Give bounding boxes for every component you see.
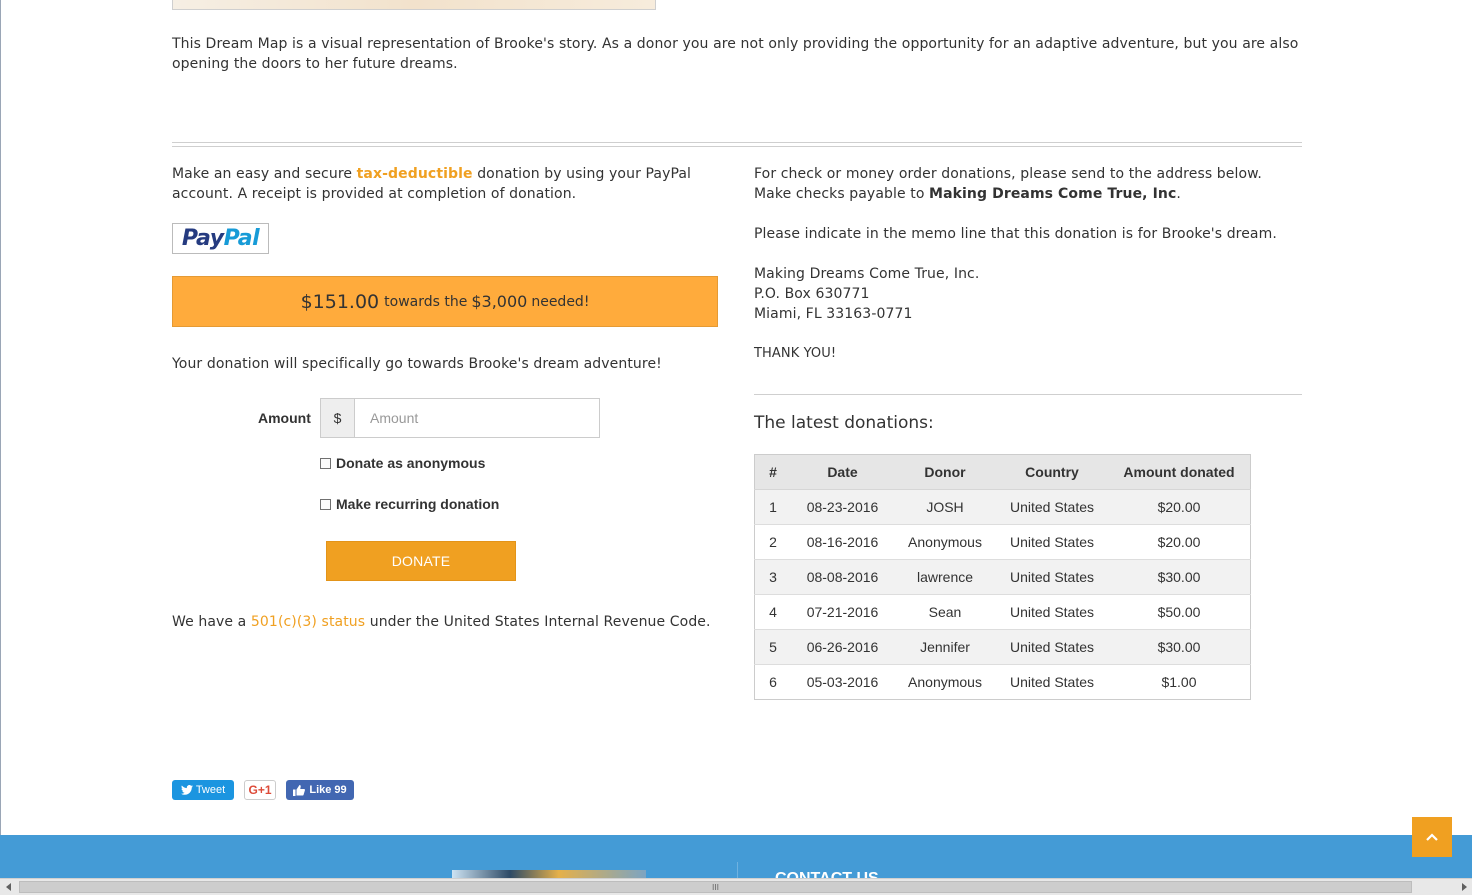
table-row: 5 06-26-2016 Jennifer United States $30.…	[754, 629, 1251, 665]
google-plus-button[interactable]: G+1	[244, 780, 276, 800]
col-donor: Donor	[894, 454, 996, 490]
col-date: Date	[791, 454, 894, 490]
anonymous-checkbox[interactable]	[320, 457, 331, 469]
col-amount: Amount donated	[1108, 454, 1251, 490]
recurring-checkbox[interactable]	[320, 498, 331, 510]
footer-image	[452, 870, 646, 878]
table-row: 3 08-08-2016 lawrence United States $30.…	[754, 559, 1251, 595]
horizontal-scrollbar[interactable]: III	[0, 878, 1472, 895]
tweet-button[interactable]: Tweet	[172, 780, 234, 800]
anonymous-option[interactable]: Donate as anonymous	[320, 455, 485, 471]
twitter-bird-icon	[180, 785, 193, 795]
scrollbar-thumb[interactable]: III	[19, 881, 1412, 893]
page-left-border	[0, 0, 1, 835]
amount-raised: $151.00	[300, 290, 380, 313]
arrow-right-icon	[1461, 883, 1467, 891]
col-country: Country	[996, 454, 1108, 490]
status-note: We have a 501(c)(3) status under the Uni…	[172, 614, 711, 630]
recurring-option[interactable]: Make recurring donation	[320, 496, 499, 512]
section-divider	[172, 142, 1302, 147]
thank-you: THANK YOU!	[754, 346, 837, 361]
currency-addon: $	[320, 398, 355, 438]
memo-instruction: Please indicate in the memo line that th…	[754, 226, 1277, 242]
table-row: 2 08-16-2016 Anonymous United States $20…	[754, 524, 1251, 560]
address-line-1: Making Dreams Come True, Inc.	[754, 266, 980, 282]
amount-label: Amount	[258, 410, 311, 426]
501c3-status-link[interactable]: 501(c)(3) status	[251, 614, 365, 630]
goal-amount: $3,000	[471, 292, 528, 311]
back-to-top-button[interactable]	[1412, 817, 1452, 857]
recurring-label: Make recurring donation	[336, 496, 500, 512]
footer-divider	[737, 862, 738, 878]
facebook-like-button[interactable]: Like 99	[286, 780, 354, 800]
arrow-left-icon	[5, 883, 11, 891]
col-number: #	[754, 454, 791, 490]
payee-name: Making Dreams Come True, Inc	[929, 186, 1177, 202]
tax-deductible-link[interactable]: tax-deductible	[357, 166, 473, 182]
donations-table: # Date Donor Country Amount donated 1 08…	[754, 454, 1251, 700]
amount-input[interactable]	[354, 398, 600, 438]
dream-map-description: This Dream Map is a visual representatio…	[172, 36, 1299, 72]
paypal-description: Make an easy and secure tax-deductible d…	[172, 166, 692, 202]
table-header-row: # Date Donor Country Amount donated	[754, 454, 1251, 490]
donation-progress-bar: $151.00 towards the $3,000 needed!	[172, 276, 718, 327]
check-payable-line: Make checks payable to Making Dreams Com…	[754, 186, 1181, 202]
paypal-logo: PayPal	[181, 225, 260, 251]
thumbs-up-icon	[293, 784, 306, 796]
scrollbar-grip: III	[711, 882, 720, 892]
chevron-up-icon	[1426, 833, 1438, 841]
scroll-right-arrow[interactable]	[1455, 879, 1472, 895]
table-row: 6 05-03-2016 Anonymous United States $1.…	[754, 664, 1251, 700]
donate-button[interactable]: Donate	[326, 541, 516, 581]
address-line-2: P.O. Box 630771	[754, 286, 870, 302]
dream-note: Your donation will specifically go towar…	[172, 356, 662, 372]
latest-donations-heading: The latest donations:	[754, 413, 934, 433]
table-row: 4 07-21-2016 Sean United States $50.00	[754, 594, 1251, 630]
address-line-3: Miami, FL 33163-0771	[754, 306, 913, 322]
table-row: 1 08-23-2016 JOSH United States $20.00	[754, 489, 1251, 525]
donations-divider	[754, 394, 1302, 395]
dream-map-image	[172, 0, 656, 10]
check-instructions-line1: For check or money order donations, plea…	[754, 166, 1262, 182]
scroll-left-arrow[interactable]	[0, 879, 17, 895]
anonymous-label: Donate as anonymous	[336, 455, 486, 471]
paypal-button[interactable]: PayPal	[172, 223, 269, 254]
